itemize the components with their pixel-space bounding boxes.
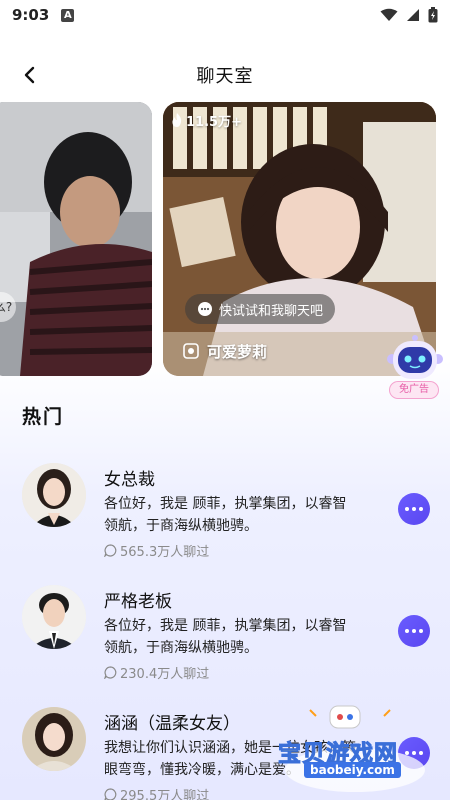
remove-ads-badge[interactable]: 免广告 <box>389 381 439 399</box>
status-time: 9:03 <box>12 6 50 24</box>
battery-icon <box>428 7 438 23</box>
chat-prompt-text: 快试试和我聊天吧 <box>219 303 324 319</box>
chat-count-text: 295.5万人聊过 <box>120 789 210 800</box>
chat-count-text: 565.3万人聊过 <box>120 545 210 560</box>
chat-room-screen: 9:03 A 聊天室 ? 11.5万+ 快试试和我聊天吧 可爱萝莉 免广告 热门… <box>0 0 450 800</box>
heat-badge: 11.5万+ <box>171 108 242 132</box>
section-title-hot: 热门 <box>22 406 65 428</box>
featured-carousel[interactable]: 么? <box>0 102 450 377</box>
item-name: 女总裁 <box>104 470 155 490</box>
chat-count: 295.5万人聊过 <box>104 785 209 800</box>
carousel-card-previous[interactable]: 么? <box>0 102 152 376</box>
item-description: 各位好，我是 顾菲，执掌集团，以睿智领航，于商海纵横驰骋。 <box>104 618 347 656</box>
character-name-text: 可爱萝莉 <box>207 342 268 361</box>
item-description: 各位好，我是 顾菲，执掌集团，以睿智领航，于商海纵横驰骋。 <box>104 496 347 534</box>
chat-count: 565.3万人聊过 <box>104 541 209 560</box>
flame-icon <box>172 113 182 127</box>
status-icons <box>380 7 438 23</box>
status-bar: 9:03 A <box>0 0 450 30</box>
chat-count-text: 230.4万人聊过 <box>120 667 210 682</box>
top-app-bar: 聊天室 <box>0 55 450 95</box>
record-icon <box>183 343 199 359</box>
signal-icon <box>407 9 419 21</box>
back-arrow-icon[interactable] <box>18 63 42 87</box>
avatar <box>22 707 86 771</box>
chat-prompt-bubble[interactable]: 快试试和我聊天吧 <box>185 294 336 324</box>
start-chat-button[interactable] <box>398 615 430 647</box>
avatar <box>22 463 86 527</box>
list-item[interactable]: 女总裁 各位好，我是 顾菲，执掌集团，以睿智领航，于商海纵横驰骋。 565.3万… <box>0 455 450 565</box>
list-item[interactable]: 严格老板 各位好，我是 顾菲，执掌集团，以睿智领航，于商海纵横驰骋。 230.4… <box>0 577 450 687</box>
character-name: 可爱萝莉 <box>183 338 267 364</box>
avatar <box>22 585 86 649</box>
start-chat-button[interactable] <box>398 493 430 525</box>
chat-count: 230.4万人聊过 <box>104 663 209 682</box>
item-name: 严格老板 <box>104 592 172 612</box>
watermark-url: baobeiy.com <box>304 762 401 778</box>
wifi-icon <box>380 8 398 21</box>
page-title: 聊天室 <box>196 66 254 87</box>
heat-count: 11.5万+ <box>186 114 242 130</box>
chat-bubble-icon <box>198 302 212 316</box>
item-name: 涵涵（温柔女友） <box>104 714 240 734</box>
chat-count-icon <box>104 788 117 800</box>
chat-count-icon <box>104 544 117 557</box>
card-photo <box>0 102 152 376</box>
chat-count-icon <box>104 666 117 679</box>
notification-icon: A <box>61 8 75 22</box>
